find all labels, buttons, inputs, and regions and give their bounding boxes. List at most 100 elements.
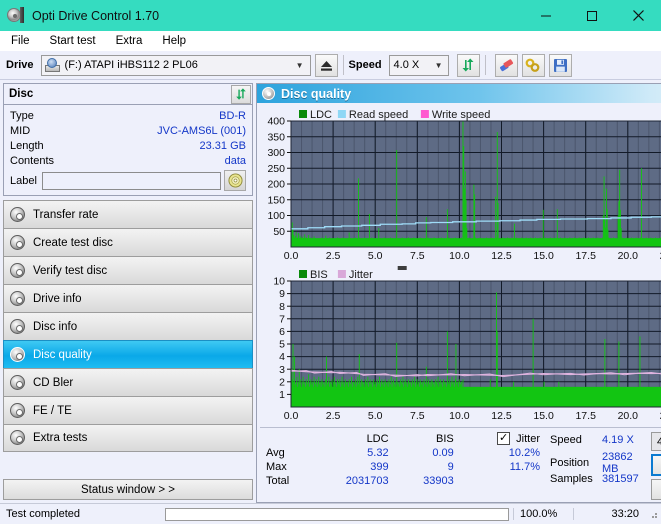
drive-select-value: (F:) ATAPI iHBS112 2 PL06 — [64, 59, 198, 71]
disc-label-browse-button[interactable] — [224, 170, 246, 191]
content-pane: Disc quality LDC Read speed Write speed 50 1… — [256, 80, 661, 503]
disc-mid-label: MID — [10, 124, 31, 137]
sidebar-item-label: Extra tests — [33, 432, 88, 444]
sidebar-item-verify-test-disc[interactable]: Verify test disc — [3, 256, 253, 284]
sidebar-item-label: Create test disc — [33, 236, 113, 249]
readout-area: Speed 4.19 X Position 23862 MB Samples 3… — [546, 432, 661, 500]
panel-header: Disc quality — [257, 84, 661, 103]
svg-text:LDC: LDC — [310, 109, 332, 121]
svg-text:0.0: 0.0 — [284, 250, 299, 262]
disc-label-caption: Label — [10, 174, 37, 187]
sidebar-item-label: Transfer rate — [33, 208, 99, 221]
jitter-checkbox[interactable]: ✓ — [497, 432, 511, 445]
disc-icon — [10, 402, 26, 419]
disc-row-contents: Contents data — [10, 153, 246, 168]
sidebar-item-disc-info[interactable]: Disc info — [3, 312, 253, 340]
disc-label-input[interactable] — [42, 171, 221, 190]
svg-text:17.5: 17.5 — [575, 250, 596, 262]
svg-text:BIS: BIS — [310, 269, 328, 281]
menu-item-extra[interactable]: Extra — [113, 34, 146, 48]
svg-text:7.5: 7.5 — [410, 410, 425, 422]
bis-jitter-chart[interactable]: BISJitter123456789104%8%12%16%20%0.02.55… — [259, 265, 661, 425]
readout-values: Speed 4.19 X Position 23862 MB Samples 3… — [550, 432, 651, 500]
svg-text:6: 6 — [279, 326, 285, 338]
avg-bis-value: 0.09 — [432, 447, 454, 459]
sidebar: Disc Type BD-R MID JVC-AMS6L (001) Lengt… — [0, 80, 256, 503]
save-button[interactable] — [548, 53, 572, 77]
status-bar: Test completed 100.0% 33:20 — [0, 503, 661, 524]
disc-icon — [10, 318, 26, 335]
start-full-button[interactable]: Start full — [651, 454, 661, 476]
sidebar-item-fe-te[interactable]: FE / TE — [3, 396, 253, 424]
svg-text:2: 2 — [279, 376, 285, 388]
disc-mid-value: JVC-AMS6L (001) — [157, 124, 246, 137]
elapsed-time: 33:20 — [573, 508, 647, 520]
svg-text:1: 1 — [279, 389, 285, 401]
svg-text:20.0: 20.0 — [618, 250, 639, 262]
disc-panel-title: Disc — [9, 88, 34, 100]
maximize-button[interactable] — [569, 0, 615, 31]
resize-grip[interactable] — [647, 508, 659, 520]
disc-info-panel: Disc Type BD-R MID JVC-AMS6L (001) Lengt… — [3, 83, 253, 196]
disc-row-mid: MID JVC-AMS6L (001) — [10, 123, 246, 138]
disc-info-rows: Type BD-R MID JVC-AMS6L (001) Length 23.… — [4, 105, 252, 195]
svg-text:7: 7 — [279, 313, 285, 325]
test-controls: 4.0 X ▼ Start full Start part — [651, 432, 661, 500]
disc-contents-label: Contents — [10, 154, 55, 167]
svg-text:7.5: 7.5 — [410, 250, 425, 262]
max-ldc-value: 399 — [370, 461, 389, 473]
progress-bar — [165, 507, 509, 521]
start-part-button[interactable]: Start part — [651, 479, 661, 500]
erase-button[interactable] — [494, 53, 518, 77]
disc-icon — [10, 374, 26, 391]
svg-text:10.0: 10.0 — [449, 410, 470, 422]
speed-select-value: 4.0 X — [393, 59, 420, 71]
tools-button[interactable] — [521, 53, 545, 77]
menu-item-start-test[interactable]: Start test — [47, 34, 99, 48]
ldc-chart[interactable]: LDC Read speed Write speed 50 100 150 200 250 30… — [259, 105, 661, 265]
jitter-label: Jitter — [516, 432, 540, 445]
svg-text:10.0: 10.0 — [449, 250, 470, 262]
charts-container: LDC Read speed Write speed 50 100 150 200 250 30… — [257, 103, 661, 425]
sidebar-item-cd-bler[interactable]: CD Bler — [3, 368, 253, 396]
svg-text:12.5: 12.5 — [491, 410, 512, 422]
minimize-button[interactable] — [523, 0, 569, 31]
eject-button[interactable] — [314, 53, 338, 77]
svg-text:3: 3 — [279, 364, 285, 376]
close-button[interactable] — [615, 0, 661, 31]
svg-text:2.5: 2.5 — [326, 410, 341, 422]
status-text: Test completed — [6, 508, 80, 520]
disc-icon — [10, 262, 26, 279]
menu-item-help[interactable]: Help — [159, 34, 189, 48]
drive-select[interactable]: (F:) ATAPI iHBS112 2 PL06 ▼ — [40, 54, 311, 76]
svg-text:350: 350 — [267, 131, 285, 143]
svg-text:Write speed: Write speed — [432, 109, 491, 121]
drive-label: Drive — [6, 59, 34, 71]
svg-text:12.5: 12.5 — [491, 250, 512, 262]
refresh-button[interactable] — [456, 53, 480, 77]
sidebar-item-disc-quality[interactable]: Disc quality — [3, 340, 253, 368]
avg-ldc-value: 5.32 — [367, 447, 389, 459]
menu-item-file[interactable]: File — [8, 34, 33, 48]
main-content: Disc Type BD-R MID JVC-AMS6L (001) Lengt… — [0, 80, 661, 503]
disc-icon — [10, 234, 26, 251]
svg-text:100: 100 — [267, 210, 285, 222]
sidebar-item-drive-info[interactable]: Drive info — [3, 284, 253, 312]
sidebar-item-create-test-disc[interactable]: Create test disc — [3, 228, 253, 256]
disc-refresh-button[interactable] — [231, 84, 251, 104]
disc-icon — [10, 290, 26, 307]
window-title: Opti Drive Control 1.70 — [32, 8, 160, 23]
svg-text:250: 250 — [267, 163, 285, 175]
test-speed-select[interactable]: 4.0 X ▼ — [651, 432, 661, 451]
row-label-max: Max — [266, 461, 287, 473]
status-window-button[interactable]: Status window > > — [3, 479, 253, 500]
sidebar-item-transfer-rate[interactable]: Transfer rate — [3, 200, 253, 228]
app-icon — [7, 7, 24, 24]
title-bar: Opti Drive Control 1.70 — [0, 0, 661, 31]
svg-text:10: 10 — [273, 276, 285, 288]
speed-select[interactable]: 4.0 X ▼ — [388, 54, 449, 76]
sidebar-item-extra-tests[interactable]: Extra tests — [3, 424, 253, 452]
chevron-down-icon: ▼ — [295, 60, 304, 70]
readout-position: Position 23862 MB — [550, 451, 651, 475]
